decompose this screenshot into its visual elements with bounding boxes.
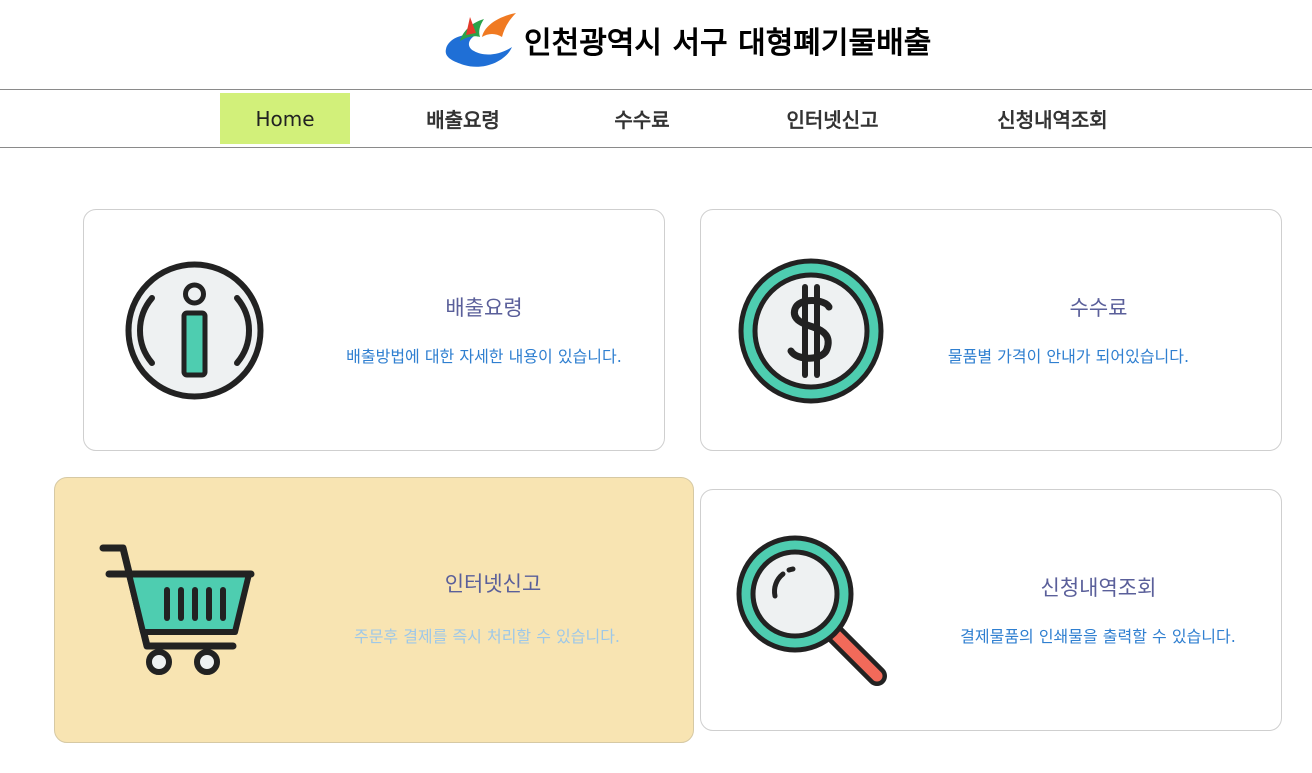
card-fees[interactable]: 수수료 물품별 가격이 안내가 되어있습니다. — [700, 209, 1282, 451]
site-logo[interactable]: 인천광역시 서구 대형폐기물배출 — [440, 10, 931, 70]
nav-item-fees[interactable]: 수수료 — [577, 93, 707, 144]
nav-item-online-report[interactable]: 인터넷신고 — [760, 93, 905, 144]
card-description: 물품별 가격이 안내가 되어있습니다. — [947, 347, 1190, 366]
card-title: 배출요령 — [445, 296, 523, 320]
info-icon — [125, 261, 264, 400]
card-description: 주문후 결제를 즉시 처리할 수 있습니다. — [353, 627, 621, 646]
site-header: 인천광역시 서구 대형폐기물배출 — [0, 0, 1312, 89]
nav-item-application-lookup[interactable]: 신청내역조회 — [970, 93, 1135, 144]
shopping-cart-icon — [99, 544, 255, 675]
card-title: 수수료 — [1069, 296, 1128, 320]
nav-item-home[interactable]: Home — [220, 93, 350, 144]
incheon-seogu-logo-icon — [445, 13, 516, 67]
card-disposal-guide[interactable]: 배출요령 배출방법에 대한 자세한 내용이 있습니다. — [83, 209, 665, 451]
card-online-report[interactable]: 인터넷신고 주문후 결제를 즉시 처리할 수 있습니다. — [54, 477, 694, 743]
card-application-lookup[interactable]: 신청내역조회 결제물품의 인쇄물을 출력할 수 있습니다. — [700, 489, 1282, 731]
card-title: 신청내역조회 — [1040, 576, 1157, 600]
dollar-coin-icon — [738, 258, 884, 404]
main-nav: Home 배출요령 수수료 인터넷신고 신청내역조회 — [0, 89, 1312, 148]
magnifier-icon — [736, 535, 887, 686]
card-description: 결제물품의 인쇄물을 출력할 수 있습니다. — [960, 627, 1236, 646]
site-title: 인천광역시 서구 대형폐기물배출 — [524, 26, 932, 61]
card-title: 인터넷신고 — [444, 572, 542, 596]
nav-item-disposal-guide[interactable]: 배출요령 — [398, 93, 528, 144]
card-description: 배출방법에 대한 자세한 내용이 있습니다. — [346, 347, 622, 366]
